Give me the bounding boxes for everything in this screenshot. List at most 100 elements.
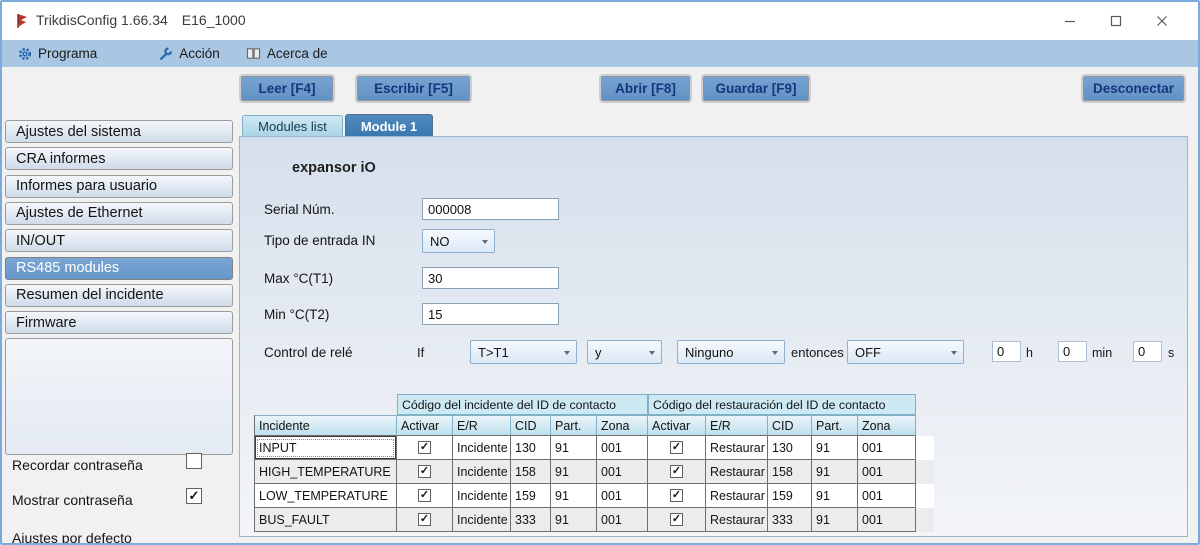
sidebar-item-informes-para-usuario[interactable]: Informes para usuario: [5, 174, 233, 198]
event-er-cell[interactable]: Incidente: [453, 460, 511, 484]
relay-then-label: entonces: [791, 345, 844, 360]
min-temp-input[interactable]: [422, 303, 559, 325]
open-button[interactable]: Abrir [F8]: [601, 76, 690, 101]
restore-er-cell[interactable]: Restaurar: [706, 436, 768, 460]
input-type-select[interactable]: NO: [422, 229, 495, 253]
event-zona-cell[interactable]: 001: [597, 484, 648, 508]
restore-er-cell[interactable]: Restaurar: [706, 484, 768, 508]
table-corner-spacer: [254, 394, 397, 415]
restore-group-header: Código del restauración del ID de contac…: [648, 394, 916, 415]
relay-operator-select[interactable]: y: [587, 340, 662, 364]
restore-part-cell[interactable]: 91: [812, 436, 858, 460]
book-icon: [246, 48, 260, 59]
restore-zona-cell[interactable]: 001: [858, 484, 916, 508]
sidebar-item-cra-informes[interactable]: CRA informes: [5, 147, 233, 171]
restore-part-cell[interactable]: 91: [812, 484, 858, 508]
restore-cid-cell[interactable]: 159: [768, 484, 812, 508]
device-name: E16_1000: [181, 12, 246, 28]
restore-zona-cell[interactable]: 001: [858, 460, 916, 484]
event-part-cell[interactable]: 91: [551, 484, 597, 508]
relay-hours-input[interactable]: [992, 341, 1021, 362]
restore-activar-cell: ✓: [648, 460, 706, 484]
event-er-cell[interactable]: Incidente: [453, 508, 511, 532]
restore-er-cell[interactable]: Restaurar: [706, 508, 768, 532]
minimize-button[interactable]: [1048, 2, 1092, 40]
sidebar-item-in-out[interactable]: IN/OUT: [5, 229, 233, 253]
read-button[interactable]: Leer [F4]: [241, 76, 333, 101]
event-part-cell[interactable]: 91: [551, 436, 597, 460]
sidebar-item-firmware[interactable]: Firmware: [5, 311, 233, 335]
sidebar-item-rs485-modules[interactable]: RS485 modules: [5, 256, 233, 280]
menu-accion[interactable]: Acción: [159, 46, 220, 61]
event-zona-cell[interactable]: 001: [597, 436, 648, 460]
event-cid-cell[interactable]: 333: [511, 508, 551, 532]
relay-seconds-input[interactable]: [1133, 341, 1162, 362]
defaults-label[interactable]: Ajustes por defecto: [12, 530, 132, 543]
tab-modules-list[interactable]: Modules list: [242, 115, 343, 137]
menu-programa-label: Programa: [38, 46, 98, 61]
table-row: BUS_FAULT ✓ Incidente 333 91 001 ✓ Restaurar 333…: [254, 508, 934, 532]
sidebar-item-resumen-del-incidente[interactable]: Resumen del incidente: [5, 283, 233, 307]
toolbar: Leer [F4] Escribir [F5] Abrir [F8] Guard…: [2, 67, 1198, 111]
max-temp-input[interactable]: [422, 267, 559, 289]
restore-part-cell[interactable]: 91: [812, 460, 858, 484]
event-part-cell[interactable]: 91: [551, 508, 597, 532]
event-er-cell[interactable]: Incidente: [453, 436, 511, 460]
restore-cid-cell[interactable]: 333: [768, 508, 812, 532]
incident-name-cell[interactable]: INPUT: [254, 436, 397, 460]
restore-er-cell[interactable]: Restaurar: [706, 460, 768, 484]
serial-label: Serial Núm.: [264, 202, 335, 217]
event-zona-cell[interactable]: 001: [597, 460, 648, 484]
event-cid-cell[interactable]: 159: [511, 484, 551, 508]
event-activar-cell: ✓: [397, 436, 453, 460]
restore-cid-cell[interactable]: 158: [768, 460, 812, 484]
relay-minutes-input[interactable]: [1058, 341, 1087, 362]
table-row: LOW_TEMPERATURE ✓ Incidente 159 91 001 ✓ Restau…: [254, 484, 934, 508]
restore-cid-cell[interactable]: 130: [768, 436, 812, 460]
sidebar-empty-panel: [5, 338, 233, 455]
event-activar-checkbox[interactable]: ✓: [418, 465, 431, 478]
incident-name-cell[interactable]: HIGH_TEMPERATURE: [254, 460, 397, 484]
event-part-cell[interactable]: 91: [551, 460, 597, 484]
remember-password-checkbox[interactable]: [186, 453, 202, 469]
save-button[interactable]: Guardar [F9]: [703, 76, 809, 101]
restore-activar-checkbox[interactable]: ✓: [670, 465, 683, 478]
event-activar-checkbox[interactable]: ✓: [418, 513, 431, 526]
close-button[interactable]: [1140, 2, 1184, 40]
incident-name-cell[interactable]: LOW_TEMPERATURE: [254, 484, 397, 508]
event-activar-checkbox[interactable]: ✓: [418, 441, 431, 454]
maximize-button[interactable]: [1094, 2, 1138, 40]
event-cid-cell[interactable]: 158: [511, 460, 551, 484]
relay-condition2-value: Ninguno: [685, 344, 734, 360]
menu-programa[interactable]: Programa: [18, 46, 97, 61]
tab-module-1[interactable]: Module 1: [345, 114, 433, 137]
event-er-cell[interactable]: Incidente: [453, 484, 511, 508]
disconnect-button[interactable]: Desconectar: [1083, 76, 1184, 101]
serial-input[interactable]: [422, 198, 559, 220]
event-activar-cell: ✓: [397, 484, 453, 508]
incident-name-cell[interactable]: BUS_FAULT: [254, 508, 397, 532]
restore-activar-cell: ✓: [648, 508, 706, 532]
event-cid-cell[interactable]: 130: [511, 436, 551, 460]
restore-activar-checkbox[interactable]: ✓: [670, 441, 683, 454]
event-zona-cell[interactable]: 001: [597, 508, 648, 532]
restore-activar-checkbox[interactable]: ✓: [670, 489, 683, 502]
event-activar-checkbox[interactable]: ✓: [418, 489, 431, 502]
restore-zona-cell[interactable]: 001: [858, 508, 916, 532]
relay-condition2-select[interactable]: Ninguno: [677, 340, 785, 364]
relay-condition1-select[interactable]: T>T1: [470, 340, 577, 364]
column-header-er: E/R: [453, 415, 511, 436]
restore-zona-cell[interactable]: 001: [858, 436, 916, 460]
remember-password-label: Recordar contraseña: [12, 457, 143, 473]
sidebar-item-ajustes-de-ethernet[interactable]: Ajustes de Ethernet: [5, 201, 233, 225]
restore-activar-checkbox[interactable]: ✓: [670, 513, 683, 526]
column-header-activar: Activar: [397, 415, 453, 436]
menu-acerca-de[interactable]: Acerca de: [246, 46, 328, 61]
relay-action-select[interactable]: OFF: [847, 340, 964, 364]
sidebar-item-ajustes-del-sistema[interactable]: Ajustes del sistema: [5, 120, 233, 143]
show-password-checkbox[interactable]: ✓: [186, 488, 202, 504]
restore-part-cell[interactable]: 91: [812, 508, 858, 532]
column-header-part: Part.: [812, 415, 858, 436]
min-temp-label: Min °C(T2): [264, 307, 330, 322]
write-button[interactable]: Escribir [F5]: [357, 76, 470, 101]
